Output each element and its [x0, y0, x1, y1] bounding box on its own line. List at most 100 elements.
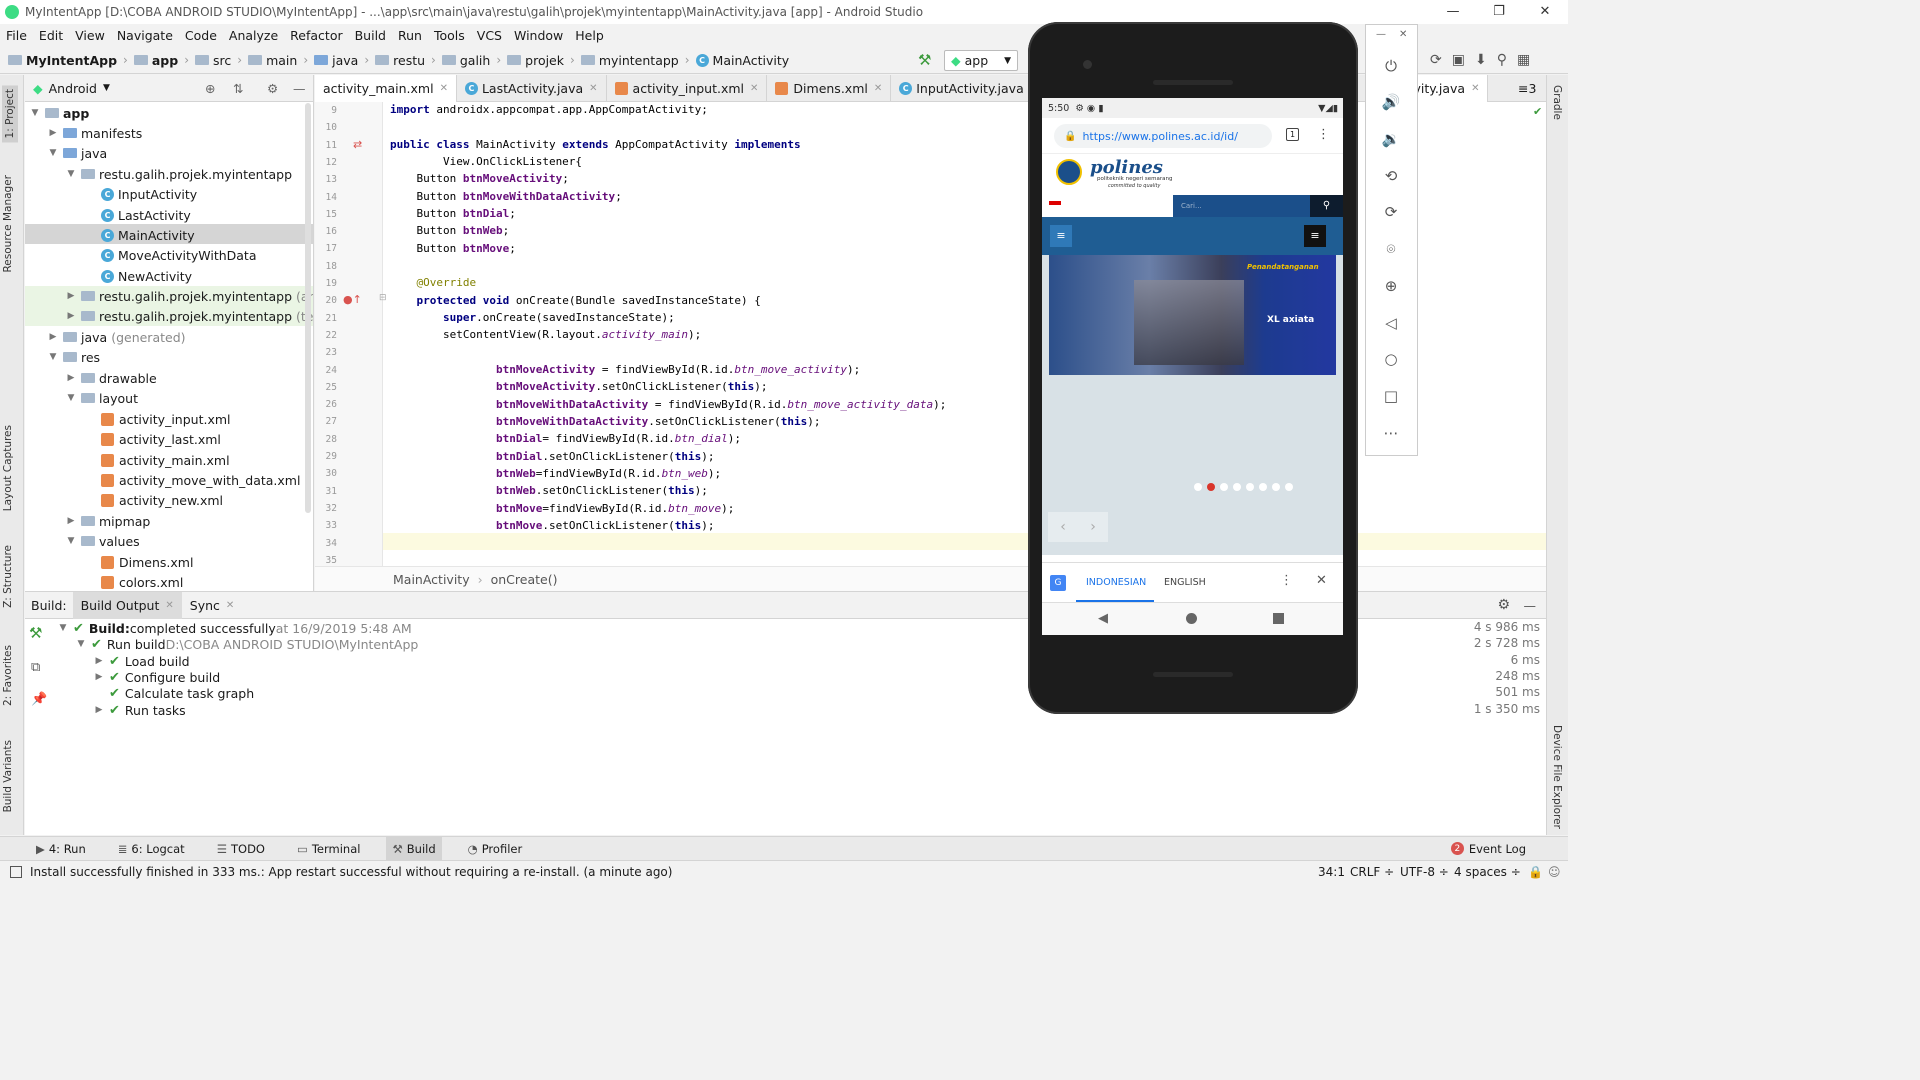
tool-resource-manager[interactable]: Resource Manager [2, 175, 14, 273]
carousel-next-button[interactable]: › [1078, 512, 1108, 542]
tree-item-moveactivitywithdata[interactable]: C MoveActivityWithData [101, 245, 257, 265]
tool-todo[interactable]: ☰ TODO [211, 837, 271, 861]
tab-build-output[interactable]: Build Output ✕ [72, 591, 182, 619]
gear-icon[interactable]: ⚙ [1497, 597, 1510, 613]
carousel-dot[interactable] [1194, 483, 1202, 491]
translate-english[interactable]: ENGLISH [1164, 577, 1206, 588]
tree-item-mipmap[interactable]: ▶ mipmap [65, 511, 151, 531]
google-translate-icon[interactable]: G [1050, 575, 1066, 591]
emulator-close-button[interactable]: ✕ [1399, 29, 1407, 40]
tree-item-activity-last-xml[interactable]: activity_last.xml [101, 429, 221, 449]
menu-navigate[interactable]: Navigate [117, 28, 173, 43]
hammer-icon[interactable]: ⚒ [918, 51, 931, 69]
site-search-input[interactable]: Cari... [1173, 195, 1310, 217]
build-row-run-tasks[interactable]: ▶ ✔ Run tasks [93, 702, 186, 718]
build-row-calculate-task-graph[interactable]: ✔ Calculate task graph [93, 685, 254, 701]
inspection-ok-icon[interactable]: ✔ [1533, 105, 1542, 118]
tree-item-inputactivity[interactable]: C InputActivity [101, 184, 197, 204]
url-bar[interactable]: 🔒 https://www.polines.ac.id/id/ [1054, 124, 1272, 148]
crumb-main[interactable]: main [248, 53, 297, 68]
fold-icon[interactable]: ⊟ [379, 293, 387, 303]
close-icon[interactable]: ✕ [440, 83, 448, 94]
build-row-load-build[interactable]: ▶ ✔ Load build [93, 653, 190, 669]
run-config-select[interactable]: ◆ app ▼ [944, 50, 1018, 71]
close-button[interactable]: ✕ [1522, 0, 1568, 24]
hide-panel-icon[interactable]: — [293, 81, 306, 96]
crumb-java[interactable]: java [314, 53, 358, 68]
minimize-button[interactable]: — [1430, 0, 1476, 24]
tool-device-file-explorer[interactable]: Device File Explorer [1551, 725, 1563, 829]
tree-item-package-test[interactable]: ▶restu.galih.projek.myintentapp (test) [65, 306, 313, 326]
file-encoding[interactable]: UTF-8 ÷ [1400, 865, 1449, 879]
search-icon[interactable]: ⚲ [1497, 52, 1507, 68]
tree-item-colors-xml[interactable]: colors.xml [101, 572, 183, 591]
tool-structure[interactable]: Z: Structure [2, 545, 14, 608]
back-icon[interactable]: ◀ [1098, 611, 1108, 626]
crumb-mainactivity[interactable]: C MainActivity [695, 53, 789, 68]
indonesia-flag-icon[interactable] [1049, 201, 1061, 205]
inspector-icon[interactable]: ☺ [1548, 865, 1561, 879]
more-icon[interactable]: ⋯ [1380, 422, 1402, 444]
tree-item-activity-main-xml[interactable]: activity_main.xml [101, 450, 230, 470]
tree-item-java[interactable]: ▼ java [47, 143, 108, 163]
carousel-dot[interactable] [1220, 483, 1228, 491]
tool-build[interactable]: ⚒ Build [386, 836, 442, 861]
tree-item-package[interactable]: ▼ restu.galih.projek.myintentapp [65, 164, 293, 184]
menu-edit[interactable]: Edit [39, 28, 63, 43]
sync-gradle-icon[interactable]: ⟳ [1430, 52, 1442, 68]
tab-overflow[interactable]: ≡3 [1510, 75, 1544, 102]
menu-tools[interactable]: Tools [434, 28, 465, 43]
crumb-method[interactable]: onCreate() [491, 572, 558, 587]
rotate-left-icon[interactable]: ⟲ [1380, 165, 1402, 187]
avd-manager-icon[interactable]: ▣ [1452, 52, 1465, 68]
back-icon[interactable]: ◁ [1380, 312, 1402, 334]
crumb-myintentapp[interactable]: myintentapp [580, 53, 679, 68]
tool-project[interactable]: 1: Project [2, 85, 18, 143]
gear-icon[interactable]: ⚙ [267, 81, 278, 96]
close-icon[interactable]: ✕ [1316, 573, 1327, 588]
banner-image[interactable]: Penandatanganan XL axiata [1049, 255, 1336, 375]
close-icon[interactable]: ✕ [750, 83, 758, 94]
menu-file[interactable]: File [6, 28, 27, 43]
menu-run[interactable]: Run [398, 28, 422, 43]
tree-item-package-androidtest[interactable]: ▶restu.galih.projek.myintentapp (android… [65, 286, 313, 306]
class-gutter-icon[interactable]: ⇄ [353, 138, 362, 151]
hide-panel-icon[interactable]: — [1524, 598, 1537, 613]
more-vert-icon[interactable]: ⋮ [1280, 573, 1293, 588]
close-icon[interactable]: ✕ [165, 600, 173, 611]
menu-window[interactable]: Window [514, 28, 563, 43]
maximize-button[interactable]: ❐ [1476, 0, 1522, 24]
tree-item-activity-move-with-data-xml[interactable]: activity_move_with_data.xml [101, 470, 300, 490]
tab-dimens-xml[interactable]: Dimens.xml ✕ [767, 75, 892, 102]
project-scrollbar[interactable] [305, 103, 311, 513]
lock-icon[interactable]: 🔒 [1528, 865, 1543, 879]
indent-setting[interactable]: 4 spaces ÷ [1454, 865, 1521, 879]
overflow-icon[interactable]: ▦ [1517, 52, 1530, 68]
tool-logcat[interactable]: ≣ 6: Logcat [112, 837, 191, 861]
status-toggle-icon[interactable] [10, 865, 22, 878]
tree-item-res[interactable]: ▼ res [47, 347, 101, 367]
tree-item-mainactivity[interactable]: C MainActivity [101, 225, 195, 245]
tree-item-values[interactable]: ▼ values [65, 531, 140, 551]
tab-activity-input-xml[interactable]: activity_input.xml ✕ [607, 75, 768, 102]
camera-icon[interactable]: ⌾ [1380, 238, 1402, 260]
close-icon[interactable]: ✕ [589, 83, 597, 94]
crumb-app[interactable]: app [133, 53, 178, 68]
close-icon[interactable]: ✕ [226, 600, 234, 611]
carousel-dot[interactable] [1233, 483, 1241, 491]
site-name[interactable]: polines [1090, 157, 1163, 178]
tool-run[interactable]: ▶ 4: Run [30, 837, 92, 861]
crumb-src[interactable]: src [195, 53, 231, 68]
pin-icon[interactable]: 📌 [31, 692, 47, 707]
line-separator[interactable]: CRLF ÷ [1350, 865, 1394, 879]
tool-gradle[interactable]: Gradle [1551, 85, 1563, 120]
search-icon[interactable]: ⚲ [1310, 195, 1343, 217]
tree-item-manifests[interactable]: ▶ manifests [47, 123, 143, 143]
menu-refactor[interactable]: Refactor [290, 28, 342, 43]
carousel-dot[interactable] [1259, 483, 1267, 491]
carousel-dot[interactable] [1272, 483, 1280, 491]
hammer-icon[interactable]: ⚒ [29, 624, 42, 642]
tree-item-dimens-xml[interactable]: Dimens.xml [101, 552, 193, 572]
carousel-prev-button[interactable]: ‹ [1048, 512, 1078, 542]
menu-vcs[interactable]: VCS [477, 28, 502, 43]
